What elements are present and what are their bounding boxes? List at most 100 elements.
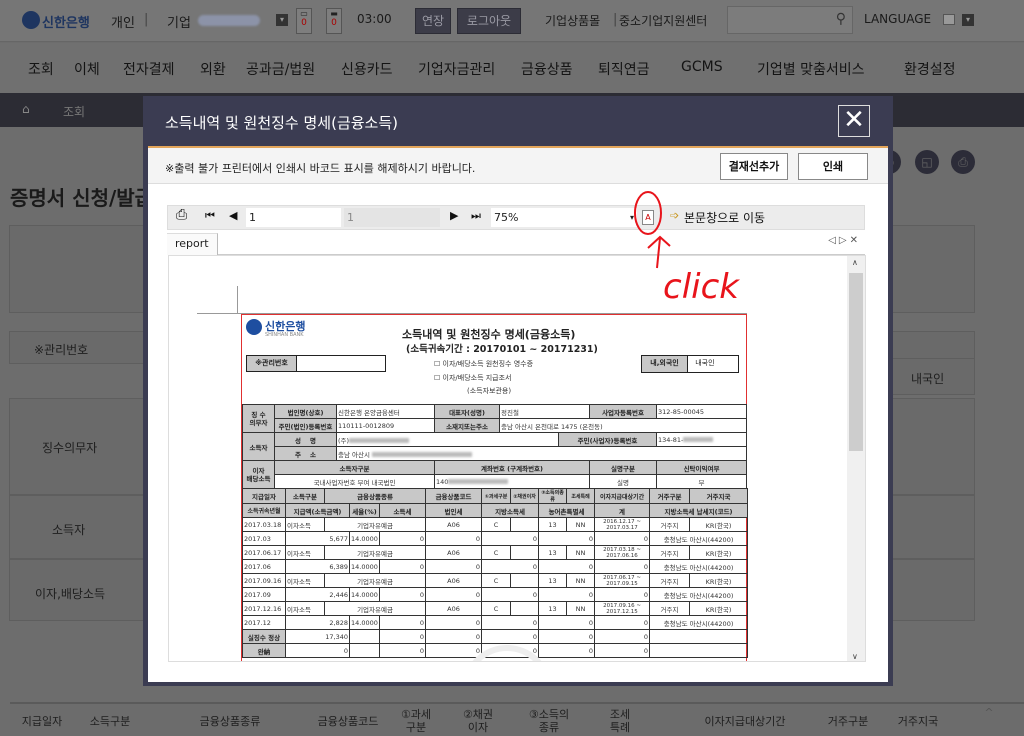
corporate-link[interactable]: 기업 [167,12,191,31]
tab-nav-icons[interactable]: ◁▷✕ [828,235,861,246]
bank-logo[interactable]: 신한은행 [42,12,90,31]
cell: 0 [425,629,483,644]
income-statement-modal: 소득내역 및 원천징수 명세(금융소득) ✕ ※출력 불가 프린터에서 인쇄시 … [143,96,893,686]
cell: 거주지 [649,573,691,588]
first-page-icon[interactable]: ⏮ [205,209,215,223]
report-checkbox-receipt: ☐ 이자/배당소득 원천징수 영수증 [434,360,534,368]
cell: 14.0000 [349,559,380,574]
zoom-value: 75% [494,211,519,224]
personal-link[interactable]: 개인 [111,12,135,31]
nav-item-gcms[interactable]: GCMS [681,59,723,75]
cell: NN [566,573,596,588]
nav-item-settings[interactable]: 환경설정 [904,59,956,79]
col-header: 지방소득세 [481,503,540,518]
user-name-blurred [198,15,260,26]
scrollbar-thumb[interactable] [849,273,863,451]
cart-button[interactable]: ▭ 0 [296,8,312,34]
user-dropdown-icon[interactable]: ▾ [276,14,288,26]
summary-row-label: 정상 [268,633,281,642]
cell: 기업자유예금 [323,545,427,560]
nav-item-fund-management[interactable]: 기업자금관리 [418,59,495,79]
product-mall-link[interactable]: 기업상품몰 [545,12,600,29]
report-resident: 내,외국인 내국인 [641,355,739,373]
search-icon[interactable]: ⚲ [836,11,846,27]
cell: 312-85-00045 [656,404,748,419]
cell: 0 [538,587,596,602]
print-button[interactable]: 인쇄 [798,153,868,180]
sme-center-link[interactable]: 중소기업지원센터 [619,12,707,29]
cell: 충청남도 아산시(44200) [649,559,749,574]
cell: 0 [594,643,651,658]
cell: 0 [425,615,483,630]
nav-item-inquiry[interactable]: 조회 [28,59,54,79]
summary-row: 실징수 정상 17,340 0 0 0 0 0 [242,629,749,644]
nav-item-pension[interactable]: 퇴직연금 [598,59,650,79]
cell: 13 [538,517,568,532]
search-input[interactable]: ⚲ [727,6,853,34]
home-icon[interactable]: ⌂ [22,102,30,116]
zoom-select[interactable]: 75% ▾ [491,208,637,227]
breadcrumb-inquiry[interactable]: 조회 [63,103,85,120]
col-header: 소득구분 [89,715,131,728]
cell: 0 [538,615,596,630]
current-page-input[interactable]: 1 [246,208,341,227]
add-approval-line-button[interactable]: 결재선추가 [720,153,788,180]
nav-item-forex[interactable]: 외환 [200,59,226,79]
cell: 2017.09 [242,587,286,602]
nav-item-transfer[interactable]: 이체 [74,59,100,79]
last-page-icon[interactable]: ⏭ [471,209,481,223]
blurred-value [349,438,410,443]
nav-item-utilities[interactable]: 공과금/법원 [246,59,315,79]
cell: 2017.03.18 [242,517,286,532]
cell [349,629,380,644]
tab-report[interactable]: report [167,233,218,255]
col-header: 소득세 [378,503,427,518]
blurred-value [683,437,714,442]
cell: A06 [425,517,483,532]
goto-main-icon[interactable]: ➩ [670,209,679,222]
pdf-export-icon[interactable]: A [642,210,654,225]
col-header: 지방소득세 납세지(코드) [649,503,749,518]
resident-value: 내국인 [911,372,945,386]
shinhan-logo-icon [246,319,262,335]
goto-main-window-link[interactable]: 본문창으로 이동 [684,209,765,226]
cell [510,545,540,560]
col-header: 지급일자 [21,715,63,728]
interest-label: 이자,배당소득 [35,587,106,601]
nav-item-financial-products[interactable]: 금융상품 [521,59,573,79]
scroll-down-icon[interactable]: ∨ [852,652,858,661]
cell: 이자소득 [285,545,325,560]
payer-label: 징수의무자 [42,441,98,455]
cell: 2017.03 [242,531,286,546]
next-page-icon[interactable]: ▶ [450,209,458,222]
language-label[interactable]: LANGUAGE [864,12,931,26]
print-icon[interactable]: ⎙ [951,150,975,174]
nav-item-custom-services[interactable]: 기업별 맞춤서비스 [757,59,865,79]
vertical-scrollbar[interactable]: ∧ ∨ [847,256,865,661]
printer-icon[interactable]: ⎙ [176,207,187,223]
language-dropdown-icon[interactable]: ▾ [962,14,974,26]
page-title: 증명서 신청/발급 [10,186,154,210]
expand-icon[interactable]: ◱ [915,150,939,174]
col-header: 금융상품코드 [425,488,483,504]
extend-session-button[interactable]: 연장 [415,8,451,34]
message-button[interactable]: ▬ 0 [326,8,342,34]
nav-item-credit-card[interactable]: 신용카드 [341,59,393,79]
cell: 140 [436,477,449,486]
scroll-up-icon[interactable]: ∧ [852,258,858,267]
logout-button[interactable]: 로그아웃 [457,8,521,34]
cell: KR(한국) [689,601,749,616]
col-header: 조세 특례 [609,708,631,734]
shinhan-logo-icon [22,11,40,29]
report-viewer: 신한은행 SHINHAN BANK 소득내역 및 원천징수 명세(금융소득) (… [168,255,866,662]
nav-item-epayment[interactable]: 전자결제 [123,59,175,79]
scroll-up-icon[interactable]: ^ [982,706,996,719]
cell: 2017.03.18 ~ 2017.06.16 [594,545,651,560]
close-button[interactable]: ✕ [838,105,870,137]
summary-label: 실징수 [247,633,266,642]
cell: 정진철 [498,404,591,419]
col-header: ①과세 구분 [400,708,432,734]
table-row: 2017.09 2,446 14.0000 0 0 0 0 0 충청남도 아산시(44200) [242,587,749,602]
cell: 기업자유예금 [323,517,427,532]
prev-page-icon[interactable]: ◀ [229,209,237,222]
